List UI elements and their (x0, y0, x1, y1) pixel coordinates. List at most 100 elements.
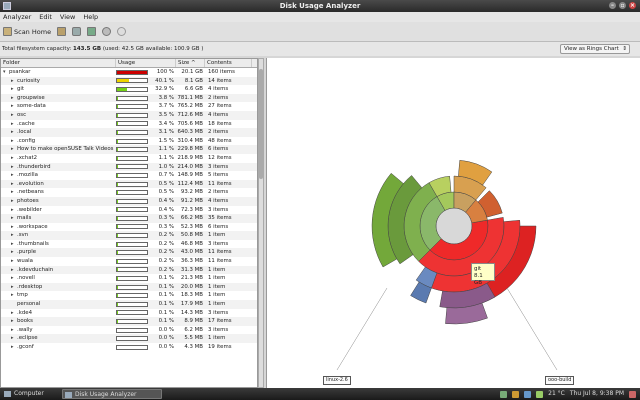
contents-cell: 19 items (208, 344, 232, 350)
taskbar-app[interactable]: Disk Usage Analyzer (62, 389, 162, 399)
tree-row[interactable]: ▸ git 32.9 % 6.6 GB 4 items (1, 85, 257, 94)
usage-bar (116, 301, 148, 307)
size-cell: 214.0 MB (177, 163, 204, 170)
scan-home-button[interactable]: Scan Home (3, 27, 51, 36)
close-icon[interactable]: × (629, 2, 636, 9)
folder-cell: ▸ .thumbnails (1, 240, 116, 249)
tree-row[interactable]: ▸ .svn 0.2 % 50.8 MB 1 item (1, 231, 257, 240)
scan-filesystem-icon[interactable] (72, 27, 82, 36)
tree-row[interactable]: ▸ .rdesktop 0.1 % 20.0 MB 1 item (1, 282, 257, 292)
tree-row[interactable]: ▾ psankar 100 % 20.1 GB 160 items (1, 68, 257, 77)
contents-cell: 1 item (208, 301, 226, 308)
size-cell: 310.4 MB (177, 137, 204, 144)
usage-bar-fill (117, 268, 119, 272)
maximize-icon[interactable]: ▫ (619, 2, 626, 9)
usage-bar-fill (117, 105, 119, 109)
tree-row[interactable]: ▸ .webilder 0.4 % 72.3 MB 3 items (1, 206, 257, 215)
tree-row[interactable]: ▸ .gconf 0.0 % 4.3 MB 19 items (1, 343, 257, 352)
tree-row[interactable]: ▸ curiosity 40.1 % 8.1 GB 14 items (1, 76, 257, 86)
contents-cell: 4 items (208, 197, 229, 204)
tree-row[interactable]: ▸ .mozilla 0.7 % 148.9 MB 5 items (1, 171, 257, 180)
view-select[interactable]: View as Rings Chart ⇕ (560, 44, 630, 54)
usage-bar-fill (117, 79, 130, 83)
tree-row[interactable]: ▸ some-data 3.7 % 765.2 MB 27 items (1, 102, 257, 111)
usage-bar-fill (117, 259, 119, 263)
menu-analyzer[interactable]: Analyzer (3, 12, 31, 22)
taskbar-computer[interactable]: Computer (2, 389, 58, 399)
tree-row[interactable]: ▸ photoes 0.4 % 91.2 MB 4 items (1, 196, 257, 206)
tree-row[interactable]: ▸ wuala 0.2 % 36.3 MB 11 items (1, 257, 257, 266)
tree-row[interactable]: ▸ .thumbnails 0.2 % 46.8 MB 3 items (1, 240, 257, 249)
tree-row[interactable]: ▸ .local 3.1 % 640.3 MB 2 items (1, 128, 257, 137)
power-icon[interactable] (629, 390, 636, 398)
update-icon[interactable] (512, 390, 520, 398)
tree-row[interactable]: ▸ .workspace 0.3 % 52.3 MB 6 items (1, 223, 257, 232)
size-cell: 72.3 MB (180, 206, 203, 213)
tree-row[interactable]: ▸ .kdevduchain 0.2 % 31.3 MB 1 item (1, 265, 257, 275)
tree-row[interactable]: ▸ tmp 0.1 % 18.3 MB 1 item (1, 291, 257, 300)
tree-row[interactable]: ▸ .purple 0.2 % 43.0 MB 11 items (1, 248, 257, 258)
clock[interactable]: Thu Jul 8, 9:38 PM (570, 388, 624, 400)
contents-cell: 17 items (208, 318, 232, 325)
folder-name: personal (17, 301, 41, 308)
stop-icon[interactable] (102, 27, 112, 36)
col-folder[interactable]: Folder (1, 59, 116, 67)
battery-icon[interactable] (536, 390, 544, 398)
col-contents[interactable]: Contents (205, 59, 252, 67)
refresh-icon[interactable] (117, 27, 127, 36)
tree-row[interactable]: ▸ .config 1.5 % 310.4 MB 48 items (1, 137, 257, 146)
scrollbar-thumb[interactable] (259, 69, 263, 179)
contents-cell: 2 items (208, 129, 229, 136)
menu-help[interactable]: Help (83, 12, 98, 22)
weather-temp[interactable]: 21 °C (548, 388, 565, 400)
usage-percent: 0.0 % (158, 344, 174, 350)
scan-folder-icon[interactable] (57, 27, 67, 36)
menu-view[interactable]: View (60, 12, 75, 22)
tree-row[interactable]: personal 0.1 % 17.9 MB 1 item (1, 300, 257, 309)
tree-row[interactable]: ▸ groupwise 3.8 % 781.1 MB 2 items (1, 93, 257, 103)
folder-name: wuala (17, 258, 33, 265)
scan-remote-icon[interactable] (87, 27, 97, 36)
tree-row[interactable]: ▸ .eclipse 0.0 % 5.5 MB 1 item (1, 334, 257, 343)
tree-row[interactable]: ▸ .xchat2 1.1 % 218.9 MB 12 items (1, 154, 257, 163)
tree-row[interactable]: ▸ .cache 3.4 % 705.6 MB 18 items (1, 120, 257, 129)
volume-icon[interactable] (524, 390, 532, 398)
tree-scrollbar[interactable] (258, 58, 264, 388)
contents-cell: 160 items (208, 69, 235, 75)
folder-name: mails (17, 215, 32, 222)
network-icon[interactable] (500, 390, 508, 398)
rings-chart-pane[interactable]: git 8.1 GB linux-2.6 ooo-build (266, 58, 640, 388)
usage-percent: 0.2 % (158, 266, 174, 273)
usage-cell: 0.2 % (116, 248, 176, 257)
folder-cell: ▸ .svn (1, 231, 116, 240)
app-icon[interactable] (3, 2, 11, 10)
folder-name: psankar (9, 69, 31, 75)
col-size[interactable]: Size ^ (176, 59, 205, 67)
usage-cell: 0.0 % (116, 343, 176, 352)
contents-cell: 3 items (208, 163, 229, 170)
tree-row[interactable]: ▸ How to make openSUSE Talk Videos 1.1 % 22… (1, 145, 257, 154)
rings-chart[interactable] (267, 58, 640, 388)
usage-bar (116, 319, 148, 325)
tree-row[interactable]: ▸ .thunderbird 1.0 % 214.0 MB 3 items (1, 162, 257, 172)
usage-bar (116, 104, 148, 110)
tree-row[interactable]: ▸ .evolution 0.5 % 112.4 MB 11 items (1, 179, 257, 189)
view-select-value: View as Rings Chart (564, 46, 619, 52)
contents-cell: 1 item (208, 292, 226, 299)
tree-row[interactable]: ▸ .novell 0.1 % 21.3 MB 1 item (1, 274, 257, 283)
tree-row[interactable]: ▸ books 0.1 % 8.9 MB 17 items (1, 317, 257, 326)
usage-bar-fill (117, 70, 147, 74)
toolbar: Scan Home (0, 22, 640, 42)
col-usage[interactable]: Usage (116, 59, 176, 67)
usage-bar (116, 258, 148, 264)
menu-edit[interactable]: Edit (39, 12, 52, 22)
usage-bar (116, 233, 148, 239)
contents-cell: 1 item (208, 232, 226, 239)
tree-row[interactable]: ▸ .netbeans 0.5 % 93.2 MB 2 items (1, 188, 257, 197)
minimize-icon[interactable]: – (609, 2, 616, 9)
contents-cell: 48 items (208, 137, 232, 144)
tree-row[interactable]: ▸ .wally 0.0 % 6.2 MB 3 items (1, 326, 257, 335)
tree-row[interactable]: ▸ .kde4 0.1 % 14.3 MB 3 items (1, 309, 257, 318)
tree-row[interactable]: ▸ osc 3.5 % 712.6 MB 4 items (1, 110, 257, 120)
tree-row[interactable]: ▸ mails 0.3 % 66.2 MB 35 items (1, 214, 257, 223)
